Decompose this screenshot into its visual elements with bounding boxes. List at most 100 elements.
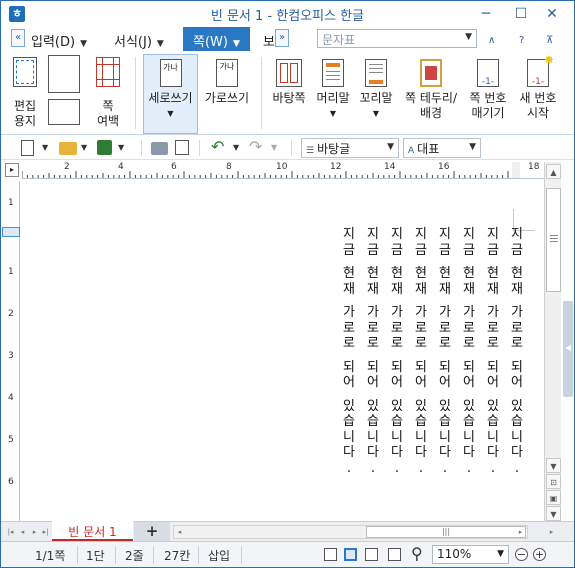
new-number-button[interactable]: -1- ✸ 새 번호 시작 bbox=[513, 54, 563, 121]
style-dropdown-icon[interactable]: ▼ bbox=[387, 142, 394, 152]
status-column[interactable]: 1단 bbox=[86, 547, 105, 564]
page-border-button[interactable]: 쪽 테두리/ 배경 bbox=[399, 59, 463, 121]
undo-dropdown-icon[interactable]: ▼ bbox=[233, 143, 239, 152]
ribbon-pin-icon[interactable]: ⊼ bbox=[546, 35, 553, 46]
open-folder-icon[interactable] bbox=[59, 142, 77, 155]
ribbon-collapse-icon[interactable]: ∧ bbox=[488, 35, 495, 46]
menu-format-dropdown-icon[interactable]: ▼ bbox=[157, 39, 164, 49]
vertical-writing-button[interactable]: 가나 세로쓰기 ▼ bbox=[143, 59, 198, 121]
search-dropdown-icon[interactable]: ▼ bbox=[465, 32, 472, 42]
menu-scroll-left-icon[interactable]: « bbox=[11, 29, 25, 47]
view-multi-icon[interactable] bbox=[388, 548, 401, 561]
toolbar-divider bbox=[141, 140, 142, 156]
vertical-text-column[interactable]: 지금현재가로로되어있습니다. bbox=[366, 227, 380, 476]
vruler-number: 1 bbox=[8, 198, 14, 208]
menu-view[interactable]: 보 bbox=[263, 31, 275, 50]
new-document-icon[interactable] bbox=[21, 140, 34, 156]
status-page[interactable]: 1/1쪽 bbox=[35, 547, 65, 564]
horizontal-scroll-thumb[interactable]: ||| bbox=[366, 526, 526, 538]
scroll-end-icon[interactable]: ▸ bbox=[546, 526, 557, 538]
header-dropdown-icon[interactable]: ▼ bbox=[313, 106, 353, 121]
header-button[interactable]: 머리말 ▼ bbox=[313, 59, 353, 121]
view-draft-icon[interactable] bbox=[365, 548, 378, 561]
zoom-select[interactable]: 110% ▼ bbox=[432, 545, 509, 564]
hscroll-right-icon[interactable]: ▸ bbox=[515, 526, 526, 538]
status-insert-mode[interactable]: 삽입 bbox=[208, 547, 230, 564]
ruler-corner-button[interactable]: ▸ bbox=[5, 163, 19, 177]
menu-scroll-right-icon[interactable]: » bbox=[275, 29, 289, 47]
undo-icon[interactable]: ↶ bbox=[211, 139, 227, 156]
menu-input[interactable]: 입력(D) ▼ bbox=[31, 31, 87, 50]
add-tab-button[interactable]: + bbox=[134, 522, 170, 541]
vertical-text-column[interactable]: 지금현재가로로되어있습니다. bbox=[462, 227, 476, 476]
side-panel-handle[interactable]: ◀ bbox=[563, 301, 573, 397]
next-page-icon[interactable]: ▼ bbox=[546, 506, 561, 521]
horizontal-writing-button[interactable]: 가나 가로쓰기 bbox=[201, 59, 253, 106]
quick-search-input[interactable]: 문자표 ▼ bbox=[317, 29, 477, 48]
page-number-button[interactable]: -1- 쪽 번호 매기기 bbox=[465, 59, 511, 121]
save-dropdown-icon[interactable]: ▼ bbox=[118, 143, 124, 152]
style-select[interactable]: ☰ 바탕글 ▼ bbox=[301, 138, 399, 158]
tab-document-1[interactable]: 빈 문서 1 bbox=[52, 521, 133, 541]
menu-page-dropdown-icon[interactable]: ▼ bbox=[233, 39, 240, 49]
prev-page-icon[interactable]: ⊡ bbox=[546, 474, 561, 489]
portrait-button[interactable] bbox=[46, 55, 82, 97]
menu-input-dropdown-icon[interactable]: ▼ bbox=[80, 39, 87, 49]
page-setup-button[interactable]: 편집 용지 bbox=[7, 57, 43, 129]
menu-page-active[interactable]: 쪽(W) ▼ bbox=[183, 27, 250, 51]
scroll-up-icon[interactable]: ▲ bbox=[546, 164, 561, 179]
open-dropdown-icon[interactable]: ▼ bbox=[81, 143, 87, 152]
menu-format[interactable]: 서식(J) ▼ bbox=[114, 31, 164, 50]
close-button[interactable]: ✕ bbox=[543, 5, 561, 23]
page-jump-icon[interactable]: ▣ bbox=[546, 490, 561, 505]
landscape-button[interactable] bbox=[46, 99, 82, 129]
vertical-text-column[interactable]: 지금현재가로로되어있습니다. bbox=[390, 227, 404, 476]
print-preview-icon[interactable] bbox=[175, 140, 189, 155]
vertical-scroll-thumb[interactable] bbox=[546, 188, 561, 292]
new-dropdown-icon[interactable]: ▼ bbox=[42, 143, 48, 152]
vertical-text-column[interactable]: 지금현재가로로되어있습니다. bbox=[414, 227, 428, 476]
tab-next-icon[interactable]: ▸ bbox=[29, 526, 40, 538]
master-page-button[interactable]: 바탕쪽 bbox=[267, 59, 311, 106]
vertical-text-column[interactable]: 지금현재가로로되어있습니다. bbox=[438, 227, 452, 476]
maximize-button[interactable]: ☐ bbox=[512, 5, 530, 23]
ruler-number: 10 bbox=[276, 162, 288, 172]
font-dropdown-icon[interactable]: ▼ bbox=[469, 142, 476, 152]
status-line[interactable]: 2줄 bbox=[125, 547, 144, 564]
vruler-number: 3 bbox=[8, 351, 14, 361]
vertical-text-column[interactable]: 지금현재가로로되어있습니다. bbox=[486, 227, 500, 476]
margins-button[interactable]: 쪽 여백 bbox=[89, 57, 127, 129]
redo-dropdown-icon[interactable]: ▼ bbox=[271, 143, 277, 152]
zoom-out-icon[interactable]: − bbox=[515, 548, 528, 561]
new-number-icon: -1- ✸ bbox=[527, 54, 554, 87]
vertical-ruler-marker[interactable] bbox=[2, 227, 20, 237]
font-select[interactable]: A 대표 ▼ bbox=[403, 138, 481, 158]
vertical-text-column[interactable]: 지금현재가로로되어있습니다. bbox=[342, 227, 356, 476]
footer-button[interactable]: 꼬리말 ▼ bbox=[356, 59, 396, 121]
horizontal-scrollbar[interactable]: ◂ ||| ▸ bbox=[173, 525, 528, 539]
redo-icon[interactable]: ↷ bbox=[249, 139, 265, 156]
hscroll-left-icon[interactable]: ◂ bbox=[174, 526, 185, 538]
horizontal-ruler[interactable]: 2 4 6 8 10 12 14 16 18 bbox=[22, 162, 544, 179]
zoom-in-icon[interactable]: + bbox=[533, 548, 546, 561]
tab-prev-icon[interactable]: ◂ bbox=[17, 526, 28, 538]
view-fit-icon[interactable] bbox=[344, 548, 357, 561]
vertical-writing-dropdown-icon[interactable]: ▼ bbox=[143, 106, 198, 121]
document-page[interactable]: 지금현재가로로되어있습니다. 지금현재가로로되어있습니다. 지금현재가로로되어있습니… bbox=[22, 179, 544, 521]
view-page-icon[interactable] bbox=[324, 548, 337, 561]
help-icon[interactable]: ? bbox=[519, 35, 524, 46]
print-icon[interactable] bbox=[151, 142, 168, 155]
footer-dropdown-icon[interactable]: ▼ bbox=[356, 106, 396, 121]
minimize-button[interactable]: ─ bbox=[477, 5, 495, 23]
vertical-ruler[interactable]: 1 1 2 3 4 5 6 bbox=[2, 181, 20, 521]
vertical-scrollbar[interactable]: ▲ ▼ ⊡ ▣ ▼ bbox=[544, 162, 561, 521]
scroll-down-icon[interactable]: ▼ bbox=[546, 458, 561, 473]
zoom-dropdown-icon[interactable]: ▼ bbox=[497, 549, 504, 559]
status-char[interactable]: 27칸 bbox=[164, 547, 190, 564]
save-icon[interactable] bbox=[97, 140, 112, 155]
tab-first-icon[interactable]: |◂ bbox=[5, 526, 16, 538]
vertical-text-column[interactable]: 지금현재가로로되어있습니다. bbox=[510, 227, 524, 476]
zoom-icon[interactable]: ⚲ bbox=[411, 544, 423, 563]
tab-last-icon[interactable]: ▸| bbox=[40, 526, 51, 538]
status-divider bbox=[241, 546, 242, 564]
